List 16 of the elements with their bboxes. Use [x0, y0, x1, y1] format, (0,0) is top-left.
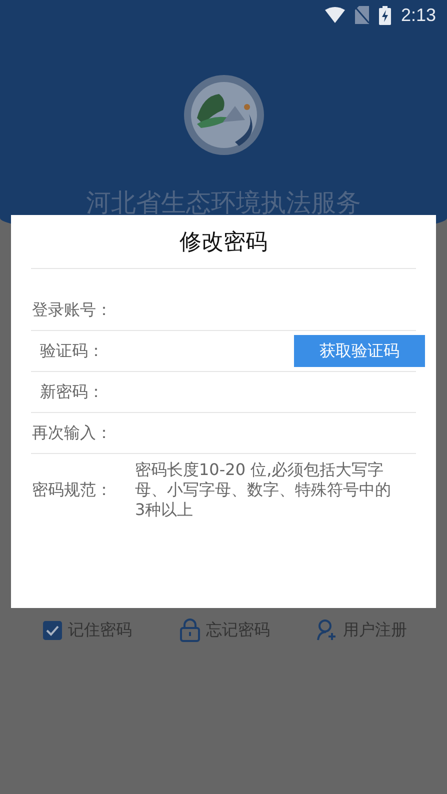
status-time: 2:13	[400, 4, 436, 26]
field-label: 再次输入：	[31, 422, 113, 444]
get-code-button[interactable]: 获取验证码	[294, 335, 425, 367]
checkbox[interactable]	[43, 620, 62, 640]
wifi-icon	[324, 7, 345, 23]
lock-icon	[180, 618, 200, 642]
field-label: 新密码：	[39, 382, 105, 402]
logo-icon	[182, 74, 264, 156]
no-sim-icon	[354, 6, 369, 24]
field-label: 登录账号：	[31, 300, 113, 320]
password-rule-text: 密码长度10-20 位,必须包括大写字母、小写字母、数字、特殊符号中的3种以上	[135, 460, 392, 520]
add-user-icon	[317, 619, 337, 641]
battery-charging-icon	[378, 6, 391, 24]
field-label: 密码规范：	[31, 480, 113, 500]
dialog-title: 修改密码	[31, 215, 416, 269]
field-label: 验证码：	[39, 340, 105, 362]
